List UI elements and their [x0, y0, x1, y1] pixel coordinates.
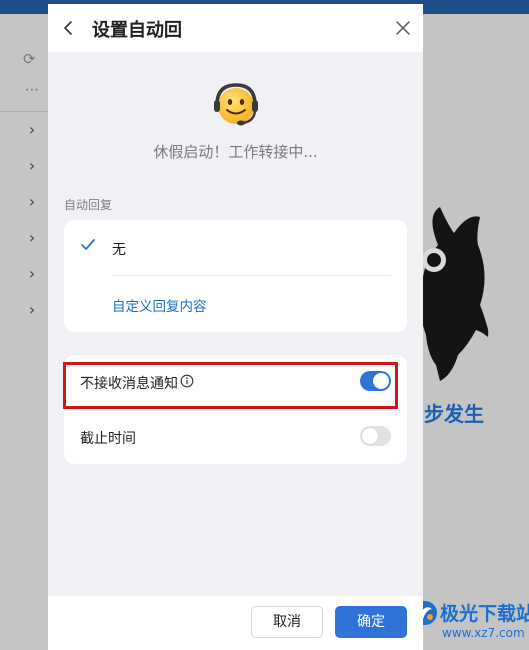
reply-option-none[interactable]: 无	[64, 220, 407, 275]
dialog-header: 设置自动回	[48, 4, 423, 52]
highlight-annotation-box	[63, 362, 398, 409]
mascot-illustration	[420, 207, 489, 381]
dialog-footer: 取消 确定	[48, 596, 423, 650]
auto-reply-section-label: 自动回复	[64, 198, 113, 212]
chevron-right-icon[interactable]: ›	[27, 156, 37, 175]
chevron-left-icon[interactable]	[60, 16, 78, 40]
confirm-button[interactable]: 确定	[335, 606, 407, 638]
auto-reply-dialog: 设置自动回 休假启动！工作转接中... 自动回复 无 自定义回复内容 不接收消息…	[48, 4, 423, 650]
cancel-button[interactable]: 取消	[251, 606, 323, 638]
custom-reply-link[interactable]: 自定义回复内容	[112, 295, 207, 315]
more-icon[interactable]: ⋯	[25, 82, 40, 98]
divider	[112, 275, 391, 276]
background-brand-text: 步发生	[424, 402, 484, 426]
check-icon	[81, 239, 95, 250]
setting-row-deadline: 截止时间	[64, 413, 407, 461]
chevron-right-icon[interactable]: ›	[27, 300, 37, 319]
watermark: 极光下载站 www.xz7.com	[410, 596, 529, 648]
chevron-right-icon[interactable]: ›	[27, 264, 37, 283]
headset-smiley-icon	[214, 83, 258, 126]
sidebar-divider	[0, 111, 48, 112]
background-sidebar: ⟳ ⋯ › › › › › ›	[0, 14, 48, 650]
watermark-title: 极光下载站	[440, 603, 529, 625]
auto-reply-card: 无 自定义回复内容	[64, 220, 407, 332]
refresh-icon[interactable]: ⟳	[23, 50, 36, 68]
setting-label: 截止时间	[80, 431, 136, 447]
deadline-toggle[interactable]	[360, 426, 391, 446]
chevron-right-icon[interactable]: ›	[27, 120, 37, 139]
vacation-status-text: 休假启动！工作转接中...	[153, 143, 318, 161]
watermark-url: www.xz7.com	[442, 626, 525, 640]
toggle-knob	[362, 428, 378, 444]
close-icon[interactable]	[394, 19, 412, 37]
reply-option-none-label: 无	[112, 242, 126, 258]
chevron-right-icon[interactable]: ›	[27, 192, 37, 211]
dialog-title: 设置自动回	[92, 20, 182, 41]
chevron-right-icon[interactable]: ›	[27, 228, 37, 247]
